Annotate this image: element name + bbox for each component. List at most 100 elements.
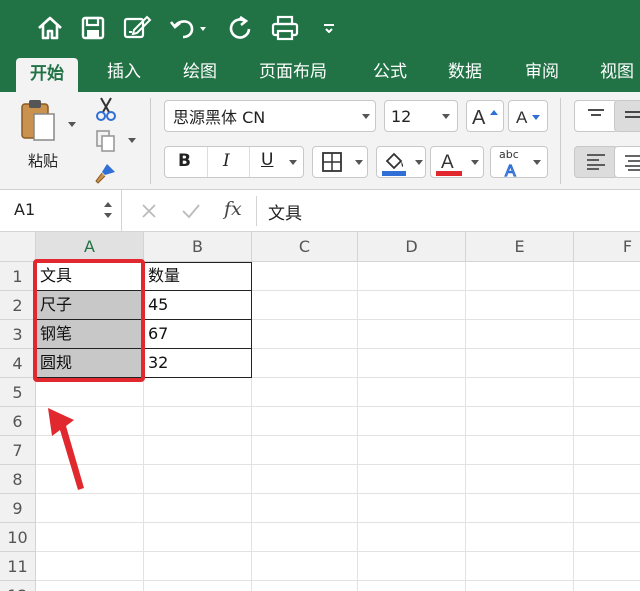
- column-header-a[interactable]: A: [36, 232, 144, 262]
- empty-cell[interactable]: [358, 291, 466, 320]
- font-name-dropdown-icon[interactable]: [362, 114, 370, 119]
- row-header-1[interactable]: 1: [0, 262, 36, 291]
- column-header-f[interactable]: F: [574, 232, 640, 262]
- column-header-e[interactable]: E: [466, 232, 574, 262]
- empty-cell[interactable]: [466, 291, 574, 320]
- align-left-icon[interactable]: [574, 146, 618, 178]
- row-header-7[interactable]: 7: [0, 436, 36, 465]
- empty-cell[interactable]: [358, 581, 466, 591]
- row-header-4[interactable]: 4: [0, 349, 36, 378]
- confirm-icon[interactable]: [180, 202, 202, 220]
- row-header-8[interactable]: 8: [0, 465, 36, 494]
- empty-cell[interactable]: [144, 552, 252, 581]
- cell-b3[interactable]: 67: [144, 320, 252, 349]
- empty-cell[interactable]: [144, 407, 252, 436]
- empty-cell[interactable]: [466, 465, 574, 494]
- paste-label[interactable]: 粘贴: [28, 150, 58, 171]
- tab-data[interactable]: 数据: [448, 56, 482, 88]
- empty-cell[interactable]: [574, 552, 640, 581]
- empty-cell[interactable]: [252, 465, 358, 494]
- empty-cell[interactable]: [358, 465, 466, 494]
- save-icon[interactable]: [80, 12, 106, 44]
- row-header-5[interactable]: 5: [0, 378, 36, 407]
- cell-b4[interactable]: 32: [144, 349, 252, 378]
- tab-draw[interactable]: 绘图: [183, 56, 217, 88]
- fill-color-icon[interactable]: [376, 146, 426, 178]
- paste-dropdown-icon[interactable]: [68, 122, 76, 127]
- empty-cell[interactable]: [466, 378, 574, 407]
- empty-cell[interactable]: [252, 291, 358, 320]
- column-header-b[interactable]: B: [144, 232, 252, 262]
- column-header-c[interactable]: C: [252, 232, 358, 262]
- row-header-3[interactable]: 3: [0, 320, 36, 349]
- empty-cell[interactable]: [36, 378, 144, 407]
- tab-view[interactable]: 视图: [600, 56, 634, 88]
- empty-cell[interactable]: [358, 523, 466, 552]
- tab-formulas[interactable]: 公式: [373, 56, 407, 88]
- empty-cell[interactable]: [574, 494, 640, 523]
- name-box-spinner-icon[interactable]: [102, 198, 114, 222]
- text-effects-dropdown-icon[interactable]: [533, 160, 541, 165]
- increase-font-icon[interactable]: A: [466, 100, 504, 132]
- empty-cell[interactable]: [574, 291, 640, 320]
- empty-cell[interactable]: [574, 523, 640, 552]
- empty-cell[interactable]: [358, 407, 466, 436]
- empty-cell[interactable]: [252, 407, 358, 436]
- cancel-icon[interactable]: [140, 202, 158, 220]
- cell-b1[interactable]: 数量: [144, 262, 252, 291]
- cut-icon[interactable]: [92, 96, 120, 122]
- row-header-9[interactable]: 9: [0, 494, 36, 523]
- decrease-font-icon[interactable]: A: [508, 100, 548, 132]
- select-all-corner[interactable]: [0, 232, 36, 262]
- empty-cell[interactable]: [574, 378, 640, 407]
- empty-cell[interactable]: [358, 320, 466, 349]
- column-header-d[interactable]: D: [358, 232, 466, 262]
- empty-cell[interactable]: [358, 378, 466, 407]
- copy-dropdown-icon[interactable]: [128, 138, 136, 143]
- tab-review[interactable]: 审阅: [525, 56, 559, 88]
- print-icon[interactable]: [270, 12, 300, 44]
- italic-button[interactable]: I: [223, 151, 230, 171]
- tab-home[interactable]: 开始: [16, 58, 78, 92]
- empty-cell[interactable]: [252, 349, 358, 378]
- empty-cell[interactable]: [144, 378, 252, 407]
- empty-cell[interactable]: [252, 494, 358, 523]
- underline-button[interactable]: U: [261, 150, 273, 170]
- fill-color-dropdown-icon[interactable]: [415, 160, 423, 165]
- font-name-select[interactable]: 思源黑体 CN: [164, 100, 376, 132]
- edit-icon[interactable]: [122, 12, 152, 44]
- empty-cell[interactable]: [466, 581, 574, 591]
- empty-cell[interactable]: [144, 436, 252, 465]
- empty-cell[interactable]: [144, 581, 252, 591]
- empty-cell[interactable]: [252, 262, 358, 291]
- empty-cell[interactable]: [252, 378, 358, 407]
- font-color-dropdown-icon[interactable]: [471, 160, 479, 165]
- empty-cell[interactable]: [358, 552, 466, 581]
- empty-cell[interactable]: [252, 320, 358, 349]
- align-center-icon[interactable]: [614, 146, 640, 178]
- align-top-icon[interactable]: [574, 100, 618, 132]
- empty-cell[interactable]: [574, 407, 640, 436]
- empty-cell[interactable]: [252, 436, 358, 465]
- cell-b2[interactable]: 45: [144, 291, 252, 320]
- name-box[interactable]: A1: [0, 190, 122, 231]
- empty-cell[interactable]: [252, 552, 358, 581]
- undo-icon[interactable]: [168, 12, 208, 44]
- empty-cell[interactable]: [144, 523, 252, 552]
- empty-cell[interactable]: [574, 436, 640, 465]
- format-painter-icon[interactable]: [92, 160, 120, 186]
- empty-cell[interactable]: [358, 436, 466, 465]
- underline-dropdown-icon[interactable]: [289, 160, 297, 165]
- row-header-6[interactable]: 6: [0, 407, 36, 436]
- empty-cell[interactable]: [252, 523, 358, 552]
- empty-cell[interactable]: [466, 262, 574, 291]
- home-icon[interactable]: [36, 12, 64, 44]
- empty-cell[interactable]: [574, 349, 640, 378]
- row-header-12[interactable]: 12: [0, 581, 36, 591]
- empty-cell[interactable]: [574, 320, 640, 349]
- insert-function-button[interactable]: fx: [224, 198, 242, 220]
- font-color-icon[interactable]: A: [430, 146, 484, 178]
- empty-cell[interactable]: [466, 320, 574, 349]
- row-header-2[interactable]: 2: [0, 291, 36, 320]
- empty-cell[interactable]: [36, 523, 144, 552]
